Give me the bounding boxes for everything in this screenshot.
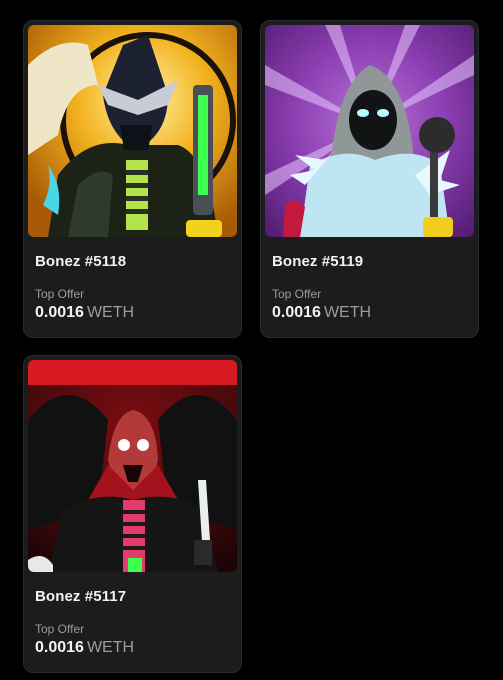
nft-card-5119[interactable]: Bonez #5119 Top Offer 0.0016 WETH	[260, 20, 479, 338]
nft-card-5118[interactable]: Bonez #5118 Top Offer 0.0016 WETH	[23, 20, 242, 338]
nft-name: Bonez #5118	[35, 253, 127, 270]
price-currency: WETH	[323, 304, 372, 321]
nft-name: Bonez #5119	[272, 253, 364, 270]
price-currency: WETH	[86, 304, 135, 321]
top-offer-price: 0.0016 WETH	[272, 304, 371, 322]
nft-image-5117[interactable]	[28, 360, 237, 572]
top-offer-price: 0.0016 WETH	[35, 304, 134, 322]
nft-artwork	[28, 360, 237, 572]
top-offer-price: 0.0016 WETH	[35, 639, 134, 657]
top-offer-label: Top Offer	[272, 287, 322, 301]
nft-artwork	[265, 25, 474, 237]
price-value: 0.0016	[35, 639, 84, 656]
nft-image-5118[interactable]	[28, 25, 237, 237]
nft-name: Bonez #5117	[35, 588, 127, 605]
nft-image-5119[interactable]	[265, 25, 474, 237]
price-value: 0.0016	[272, 304, 321, 321]
top-offer-label: Top Offer	[35, 287, 85, 301]
top-offer-label: Top Offer	[35, 622, 85, 636]
nft-card-5117[interactable]: Bonez #5117 Top Offer 0.0016 WETH	[23, 355, 242, 673]
nft-artwork	[28, 25, 237, 237]
price-currency: WETH	[86, 639, 135, 656]
price-value: 0.0016	[35, 304, 84, 321]
